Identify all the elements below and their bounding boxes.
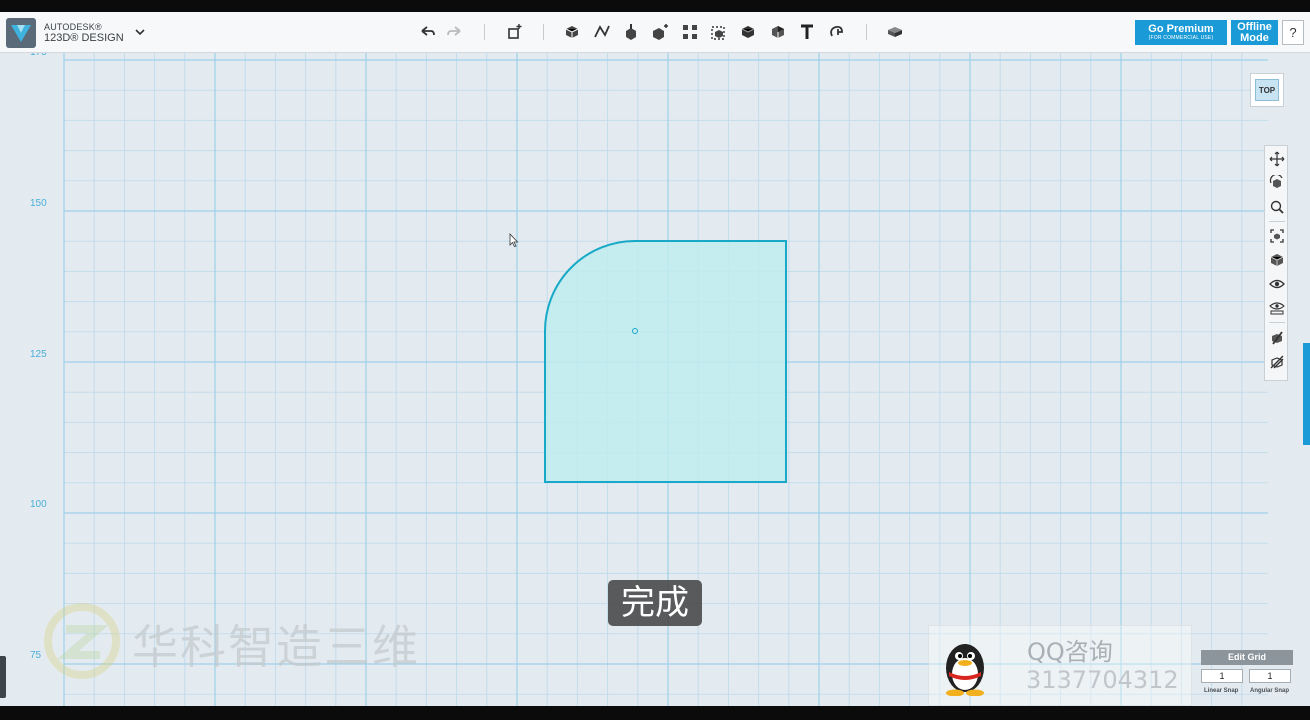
bottom-black-border bbox=[0, 706, 1310, 720]
ruler-label: 150 bbox=[30, 198, 47, 209]
edit-grid-panel: Edit Grid 1 1 Linear Snap Angular Snap bbox=[1201, 650, 1293, 700]
hide-sketch-icon[interactable] bbox=[1267, 352, 1287, 372]
linear-snap-label: Linear Snap bbox=[1204, 688, 1239, 694]
orbit-icon[interactable] bbox=[1267, 173, 1287, 193]
premium-label: Go Premium bbox=[1148, 23, 1214, 35]
toolbar-separator bbox=[543, 24, 544, 40]
redo-icon[interactable] bbox=[444, 21, 466, 43]
pattern-icon[interactable] bbox=[679, 21, 701, 43]
qq-contact-panel: QQ咨询 3137704312 bbox=[928, 625, 1192, 706]
transform-icon[interactable] bbox=[503, 21, 525, 43]
sketch-profile-shape[interactable] bbox=[544, 240, 787, 483]
visibility-icon[interactable] bbox=[1267, 274, 1287, 294]
navbar-separator bbox=[1269, 221, 1285, 222]
fit-icon[interactable] bbox=[1267, 226, 1287, 246]
qq-penguin-icon bbox=[946, 644, 984, 696]
qq-title: QQ咨询 bbox=[1027, 638, 1113, 666]
pan-icon[interactable] bbox=[1267, 149, 1287, 169]
text-icon[interactable] bbox=[796, 21, 818, 43]
app-brand: AUTODESK® 123D® DESIGN bbox=[44, 22, 124, 44]
materials-icon[interactable] bbox=[884, 21, 906, 43]
brand-line2: 123D® DESIGN bbox=[44, 32, 124, 44]
offline-mode-button[interactable]: Offline Mode bbox=[1231, 20, 1278, 45]
snap-icon[interactable] bbox=[825, 21, 847, 43]
view-cube[interactable]: TOP bbox=[1250, 73, 1284, 107]
materials-outline-icon[interactable] bbox=[1267, 298, 1287, 318]
watermark-text: 华科智造三维 bbox=[132, 620, 420, 674]
go-premium-button[interactable]: Go Premium (FOR COMMERCIAL USE) bbox=[1135, 20, 1227, 45]
grouping-icon[interactable] bbox=[708, 21, 730, 43]
modify-icon[interactable] bbox=[649, 21, 671, 43]
ruler-label: 125 bbox=[30, 349, 47, 360]
main-toolbar: AUTODESK® 123D® DESIGN Go Premium (FOR C… bbox=[0, 12, 1310, 53]
views-icon[interactable] bbox=[1267, 250, 1287, 270]
construct-icon[interactable] bbox=[620, 21, 642, 43]
premium-sublabel: (FOR COMMERCIAL USE) bbox=[1148, 35, 1214, 41]
ruler-label: 175 bbox=[30, 53, 47, 58]
help-button[interactable]: ? bbox=[1282, 20, 1304, 45]
edit-grid-button[interactable]: Edit Grid bbox=[1201, 650, 1293, 665]
view-cube-face-top[interactable]: TOP bbox=[1255, 79, 1279, 101]
qq-number: 3137704312 bbox=[1026, 666, 1179, 694]
mouse-cursor-icon bbox=[509, 232, 519, 247]
right-panel-toggle[interactable] bbox=[1303, 343, 1310, 445]
show-sketch-icon[interactable] bbox=[1267, 328, 1287, 348]
undo-icon[interactable] bbox=[416, 21, 438, 43]
chevron-down-icon[interactable] bbox=[134, 26, 146, 38]
angular-snap-input[interactable]: 1 bbox=[1249, 669, 1291, 683]
zoom-icon[interactable] bbox=[1267, 197, 1287, 217]
angular-snap-label: Angular Snap bbox=[1250, 688, 1290, 694]
measure-icon[interactable] bbox=[767, 21, 789, 43]
offline-line2: Mode bbox=[1240, 32, 1269, 44]
linear-snap-input[interactable]: 1 bbox=[1201, 669, 1243, 683]
combine-icon[interactable] bbox=[737, 21, 759, 43]
watermark-logo-icon bbox=[44, 603, 120, 679]
sketch-icon[interactable] bbox=[591, 21, 613, 43]
ruler-label: 100 bbox=[30, 499, 47, 510]
toolbar-separator bbox=[866, 24, 867, 40]
toolbar-separator bbox=[484, 24, 485, 40]
ruler-label: 75 bbox=[30, 650, 42, 661]
left-panel-toggle[interactable] bbox=[0, 656, 6, 698]
workplane-canvas[interactable]: 175 150 125 100 75 TOP bbox=[0, 53, 1310, 706]
top-black-border bbox=[0, 0, 1310, 12]
navbar-separator bbox=[1269, 322, 1285, 323]
app-logo-icon[interactable] bbox=[6, 18, 36, 48]
primitives-icon[interactable] bbox=[561, 21, 583, 43]
toast-message: 完成 bbox=[608, 580, 702, 626]
navigation-bar bbox=[1264, 145, 1288, 381]
